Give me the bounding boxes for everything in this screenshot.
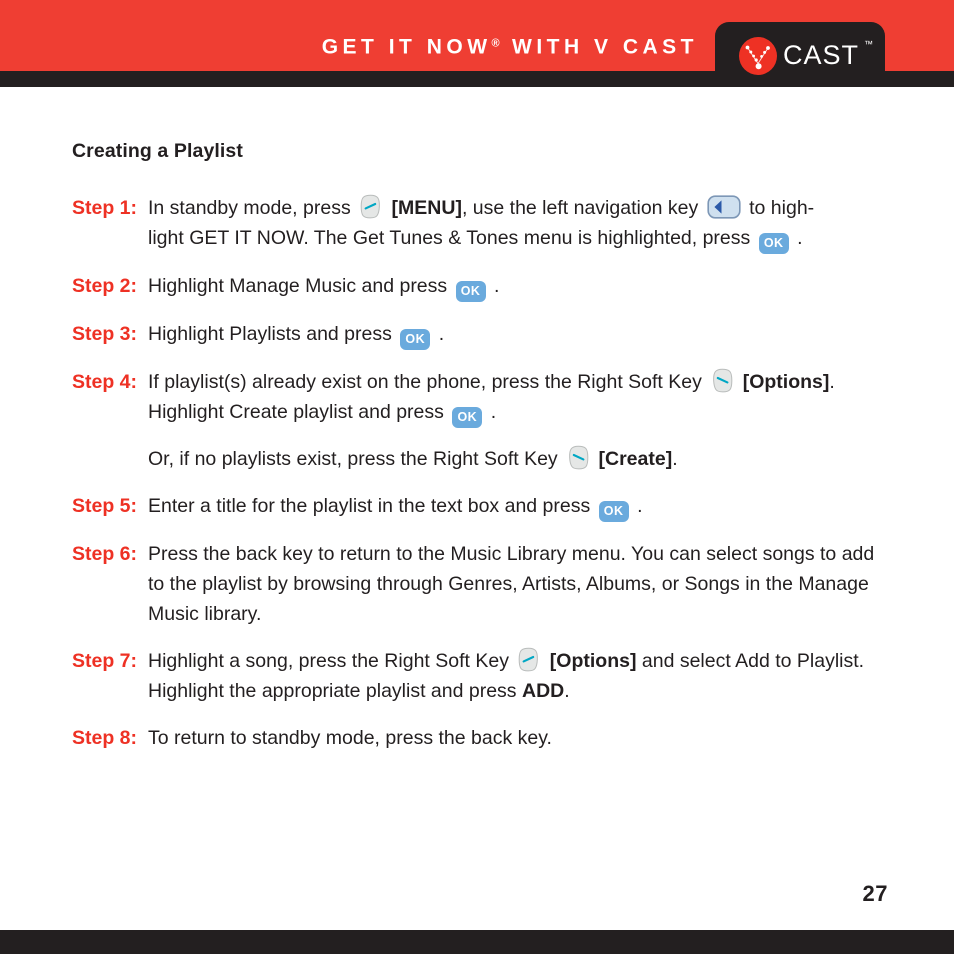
step7-add-label: ADD bbox=[521, 680, 565, 702]
step7-text-1: Highlight a song, press the Right Soft K… bbox=[148, 650, 509, 672]
step1-text-5: . bbox=[797, 227, 803, 249]
vcast-v-constellation-icon bbox=[739, 37, 777, 75]
ok-key-icon: OK bbox=[455, 281, 486, 302]
header-title-rest: WITH V CAST bbox=[512, 35, 698, 59]
step1-text-1: In standby mode, press bbox=[148, 197, 351, 219]
step3-text-1: Highlight Playlists and press bbox=[148, 323, 392, 345]
step1-text-4: light GET IT NOW. The Get Tunes & Tones … bbox=[148, 227, 751, 249]
step4-line-2: Highlight Create playlist and press OK . bbox=[148, 397, 892, 428]
step4-text-3: Highlight Create playlist and press bbox=[148, 401, 444, 423]
step4-text-4: . bbox=[490, 401, 497, 423]
page-header-title: GET IT NOW® WITH V CAST bbox=[322, 37, 698, 58]
registered-trademark-symbol: ® bbox=[491, 37, 502, 50]
step-item-6: Step 6: Press the back key to return to … bbox=[72, 539, 892, 629]
step-body-1: In standby mode, press [MENU], use the l… bbox=[148, 193, 892, 254]
step-label-2: Step 2: bbox=[72, 275, 138, 297]
ok-key-icon: OK bbox=[400, 329, 431, 350]
left-navigation-key-icon bbox=[707, 195, 741, 219]
step4-options-label: [Options] bbox=[742, 371, 830, 393]
ok-key-icon: OK bbox=[598, 501, 629, 522]
step5-text-1: Enter a title for the playlist in the te… bbox=[148, 495, 591, 517]
step-body-5: Enter a title for the playlist in the te… bbox=[148, 491, 892, 522]
step4-text-1: If playlist(s) already exist on the phon… bbox=[148, 371, 702, 393]
right-soft-key-icon bbox=[566, 445, 590, 470]
step-label-5: Step 5: bbox=[72, 495, 138, 517]
page-content: Creating a Playlist Step 1: In standby m… bbox=[72, 140, 892, 770]
step-body-6: Press the back key to return to the Musi… bbox=[148, 543, 875, 625]
step-body-8: To return to standby mode, press the bac… bbox=[148, 727, 552, 749]
step4-text-2: . bbox=[829, 371, 835, 393]
step-item-5: Step 5: Enter a title for the playlist i… bbox=[72, 491, 892, 522]
step-item-1: Step 1: In standby mode, press [MENU], u… bbox=[72, 193, 892, 254]
section-title: Creating a Playlist bbox=[72, 140, 243, 162]
vcast-logo-plate: CAST ™ bbox=[715, 22, 885, 87]
step4-text-5: Or, if no playlists exist, press the Rig… bbox=[148, 448, 558, 470]
step-item-4: Step 4: If playlist(s) already exist on … bbox=[72, 367, 892, 474]
step1-menu-label: [MENU] bbox=[391, 197, 462, 219]
step2-text-2: . bbox=[494, 275, 500, 297]
step2-text-1: Highlight Manage Music and press bbox=[148, 275, 448, 297]
step-body-2: Highlight Manage Music and press OK . bbox=[148, 271, 892, 302]
page-number: 27 bbox=[862, 881, 888, 906]
step-item-8: Step 8: To return to standby mode, press… bbox=[72, 723, 892, 753]
step-label-6: Step 6: bbox=[72, 543, 138, 565]
left-soft-key-icon bbox=[517, 647, 541, 672]
ok-key-icon: OK bbox=[758, 233, 789, 254]
step-body-4: If playlist(s) already exist on the phon… bbox=[148, 367, 892, 474]
vcast-logo: CAST bbox=[739, 37, 859, 75]
step-item-3: Step 3: Highlight Playlists and press OK… bbox=[72, 319, 892, 350]
vcast-trademark-symbol: ™ bbox=[864, 39, 873, 49]
step5-text-2: . bbox=[637, 495, 643, 517]
step-label-3: Step 3: bbox=[72, 323, 138, 345]
step-item-7: Step 7: Highlight a song, press the Righ… bbox=[72, 646, 892, 706]
step1-text-2: , use the left navigation key bbox=[461, 197, 699, 219]
step7-text-3: . bbox=[564, 680, 570, 702]
step1-line-2: light GET IT NOW. The Get Tunes & Tones … bbox=[148, 223, 892, 254]
vcast-logo-text: CAST bbox=[783, 39, 860, 70]
step-item-2: Step 2: Highlight Manage Music and press… bbox=[72, 271, 892, 302]
header-title-main: GET IT NOW bbox=[321, 35, 492, 59]
right-soft-key-icon bbox=[710, 368, 734, 393]
step-label-1: Step 1: bbox=[72, 197, 138, 219]
step-label-7: Step 7: bbox=[72, 650, 138, 672]
step4-text-6: . bbox=[672, 448, 678, 470]
step4-line-3: Or, if no playlists exist, press the Rig… bbox=[148, 444, 892, 474]
ok-key-icon: OK bbox=[452, 407, 483, 428]
step1-text-3: to high- bbox=[749, 197, 815, 219]
step7-options-label: [Options] bbox=[549, 650, 637, 672]
step-label-4: Step 4: bbox=[72, 371, 138, 393]
step-body-3: Highlight Playlists and press OK . bbox=[148, 319, 892, 350]
left-soft-key-icon bbox=[359, 194, 383, 219]
footer-bar bbox=[0, 930, 954, 954]
step-body-7: Highlight a song, press the Right Soft K… bbox=[148, 646, 892, 706]
step-label-8: Step 8: bbox=[72, 727, 138, 749]
step4-create-label: [Create] bbox=[598, 448, 673, 470]
step3-text-2: . bbox=[438, 323, 445, 345]
